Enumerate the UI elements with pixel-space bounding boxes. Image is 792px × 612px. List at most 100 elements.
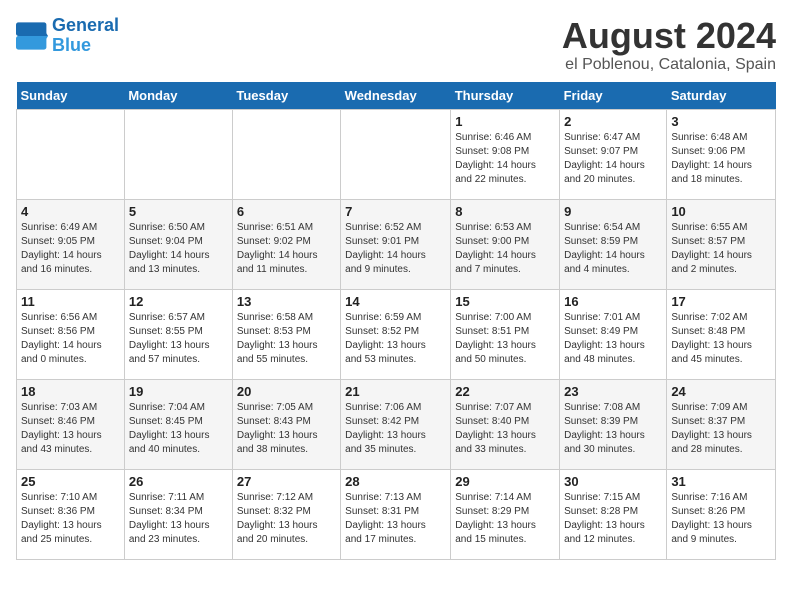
calendar-cell: 19 Sunrise: 7:04 AM Sunset: 8:45 PM Dayli… [124, 379, 232, 469]
day-number: 5 [129, 204, 228, 219]
calendar-cell: 26 Sunrise: 7:11 AM Sunset: 8:34 PM Dayli… [124, 469, 232, 559]
logo-line2: Blue [52, 35, 91, 55]
day-number: 20 [237, 384, 336, 399]
calendar-cell: 14Sunrise: 6:59 AM Sunset: 8:52 PM Dayli… [341, 289, 451, 379]
day-number: 14 [345, 294, 446, 309]
day-number: 7 [345, 204, 446, 219]
day-detail: Sunrise: 7:08 AM Sunset: 8:39 PM Dayligh… [564, 401, 662, 457]
day-detail: Sunrise: 7:11 AM Sunset: 8:34 PM Dayligh… [129, 491, 228, 547]
day-number: 28 [345, 474, 446, 489]
day-number: 24 [671, 384, 771, 399]
header-sunday: Sunday [17, 82, 125, 110]
day-detail: Sunrise: 6:53 AM Sunset: 9:00 PM Dayligh… [455, 221, 555, 277]
calendar-week-1: 1Sunrise: 6:46 AM Sunset: 9:08 PM Daylig… [17, 109, 776, 199]
header-tuesday: Tuesday [232, 82, 340, 110]
calendar-cell: 13 Sunrise: 6:58 AM Sunset: 8:53 PM Dayli… [232, 289, 340, 379]
day-number: 31 [671, 474, 771, 489]
day-number: 29 [455, 474, 555, 489]
day-detail: Sunrise: 6:49 AM Sunset: 9:05 PM Dayligh… [21, 221, 120, 277]
day-number: 17 [671, 294, 771, 309]
day-number: 26 [129, 474, 228, 489]
calendar-cell: 16 Sunrise: 7:01 AM Sunset: 8:49 PM Dayli… [560, 289, 667, 379]
calendar-cell [232, 109, 340, 199]
day-number: 18 [21, 384, 120, 399]
calendar-table: SundayMondayTuesdayWednesdayThursdayFrid… [16, 82, 776, 560]
header: General Blue August 2024 el Poblenou, Ca… [16, 16, 776, 74]
day-number: 22 [455, 384, 555, 399]
calendar-cell: 25 Sunrise: 7:10 AM Sunset: 8:36 PM Dayli… [17, 469, 125, 559]
day-detail: Sunrise: 7:05 AM Sunset: 8:43 PM Dayligh… [237, 401, 336, 457]
day-detail: Sunrise: 6:56 AM Sunset: 8:56 PM Dayligh… [21, 311, 120, 367]
calendar-week-4: 18 Sunrise: 7:03 AM Sunset: 8:46 PM Dayli… [17, 379, 776, 469]
day-number: 13 [237, 294, 336, 309]
main-title: August 2024 [562, 16, 776, 56]
header-thursday: Thursday [451, 82, 560, 110]
calendar-cell: 9Sunrise: 6:54 AM Sunset: 8:59 PM Daylig… [560, 199, 667, 289]
calendar-cell: 30Sunrise: 7:15 AM Sunset: 8:28 PM Dayli… [560, 469, 667, 559]
calendar-cell: 4 Sunrise: 6:49 AM Sunset: 9:05 PM Daylig… [17, 199, 125, 289]
day-detail: Sunrise: 7:13 AM Sunset: 8:31 PM Dayligh… [345, 491, 446, 547]
day-detail: Sunrise: 6:54 AM Sunset: 8:59 PM Dayligh… [564, 221, 662, 277]
calendar-cell: 29Sunrise: 7:14 AM Sunset: 8:29 PM Dayli… [451, 469, 560, 559]
calendar-cell: 23 Sunrise: 7:08 AM Sunset: 8:39 PM Dayli… [560, 379, 667, 469]
day-number: 11 [21, 294, 120, 309]
day-detail: Sunrise: 6:58 AM Sunset: 8:53 PM Dayligh… [237, 311, 336, 367]
calendar-cell: 3Sunrise: 6:48 AM Sunset: 9:06 PM Daylig… [667, 109, 776, 199]
header-saturday: Saturday [667, 82, 776, 110]
calendar-cell [124, 109, 232, 199]
day-number: 25 [21, 474, 120, 489]
logo-icon [16, 22, 48, 50]
calendar-cell: 12Sunrise: 6:57 AM Sunset: 8:55 PM Dayli… [124, 289, 232, 379]
calendar-cell: 24 Sunrise: 7:09 AM Sunset: 8:37 PM Dayli… [667, 379, 776, 469]
calendar-cell: 27Sunrise: 7:12 AM Sunset: 8:32 PM Dayli… [232, 469, 340, 559]
calendar-cell: 17 Sunrise: 7:02 AM Sunset: 8:48 PM Dayli… [667, 289, 776, 379]
day-detail: Sunrise: 6:50 AM Sunset: 9:04 PM Dayligh… [129, 221, 228, 277]
day-detail: Sunrise: 7:00 AM Sunset: 8:51 PM Dayligh… [455, 311, 555, 367]
calendar-cell: 21 Sunrise: 7:06 AM Sunset: 8:42 PM Dayli… [341, 379, 451, 469]
calendar-week-3: 11 Sunrise: 6:56 AM Sunset: 8:56 PM Dayli… [17, 289, 776, 379]
calendar-cell: 31 Sunrise: 7:16 AM Sunset: 8:26 PM Dayli… [667, 469, 776, 559]
day-detail: Sunrise: 6:55 AM Sunset: 8:57 PM Dayligh… [671, 221, 771, 277]
calendar-cell: 20 Sunrise: 7:05 AM Sunset: 8:43 PM Dayli… [232, 379, 340, 469]
day-detail: Sunrise: 7:01 AM Sunset: 8:49 PM Dayligh… [564, 311, 662, 367]
day-number: 23 [564, 384, 662, 399]
day-detail: Sunrise: 7:06 AM Sunset: 8:42 PM Dayligh… [345, 401, 446, 457]
calendar-cell: 1Sunrise: 6:46 AM Sunset: 9:08 PM Daylig… [451, 109, 560, 199]
day-detail: Sunrise: 6:46 AM Sunset: 9:08 PM Dayligh… [455, 131, 555, 187]
subtitle: el Poblenou, Catalonia, Spain [562, 56, 776, 74]
day-detail: Sunrise: 7:10 AM Sunset: 8:36 PM Dayligh… [21, 491, 120, 547]
day-detail: Sunrise: 7:09 AM Sunset: 8:37 PM Dayligh… [671, 401, 771, 457]
day-detail: Sunrise: 6:51 AM Sunset: 9:02 PM Dayligh… [237, 221, 336, 277]
day-detail: Sunrise: 7:04 AM Sunset: 8:45 PM Dayligh… [129, 401, 228, 457]
calendar-cell: 15 Sunrise: 7:00 AM Sunset: 8:51 PM Dayli… [451, 289, 560, 379]
day-number: 4 [21, 204, 120, 219]
logo-text: General Blue [52, 16, 119, 56]
logo: General Blue [16, 16, 119, 56]
header-monday: Monday [124, 82, 232, 110]
day-number: 30 [564, 474, 662, 489]
calendar-week-5: 25 Sunrise: 7:10 AM Sunset: 8:36 PM Dayli… [17, 469, 776, 559]
day-detail: Sunrise: 6:52 AM Sunset: 9:01 PM Dayligh… [345, 221, 446, 277]
day-number: 10 [671, 204, 771, 219]
day-number: 19 [129, 384, 228, 399]
calendar-cell: 11 Sunrise: 6:56 AM Sunset: 8:56 PM Dayli… [17, 289, 125, 379]
calendar-header-row: SundayMondayTuesdayWednesdayThursdayFrid… [17, 82, 776, 110]
day-number: 6 [237, 204, 336, 219]
day-number: 21 [345, 384, 446, 399]
calendar-cell: 10 Sunrise: 6:55 AM Sunset: 8:57 PM Dayli… [667, 199, 776, 289]
day-detail: Sunrise: 7:03 AM Sunset: 8:46 PM Dayligh… [21, 401, 120, 457]
header-wednesday: Wednesday [341, 82, 451, 110]
day-number: 15 [455, 294, 555, 309]
calendar-cell: 5 Sunrise: 6:50 AM Sunset: 9:04 PM Daylig… [124, 199, 232, 289]
day-number: 8 [455, 204, 555, 219]
day-number: 16 [564, 294, 662, 309]
logo-line1: General [52, 15, 119, 35]
day-detail: Sunrise: 7:16 AM Sunset: 8:26 PM Dayligh… [671, 491, 771, 547]
day-detail: Sunrise: 7:02 AM Sunset: 8:48 PM Dayligh… [671, 311, 771, 367]
day-number: 2 [564, 114, 662, 129]
calendar-week-2: 4 Sunrise: 6:49 AM Sunset: 9:05 PM Daylig… [17, 199, 776, 289]
day-detail: Sunrise: 7:12 AM Sunset: 8:32 PM Dayligh… [237, 491, 336, 547]
calendar-cell: 28 Sunrise: 7:13 AM Sunset: 8:31 PM Dayli… [341, 469, 451, 559]
day-detail: Sunrise: 6:48 AM Sunset: 9:06 PM Dayligh… [671, 131, 771, 187]
calendar-cell: 2Sunrise: 6:47 AM Sunset: 9:07 PM Daylig… [560, 109, 667, 199]
